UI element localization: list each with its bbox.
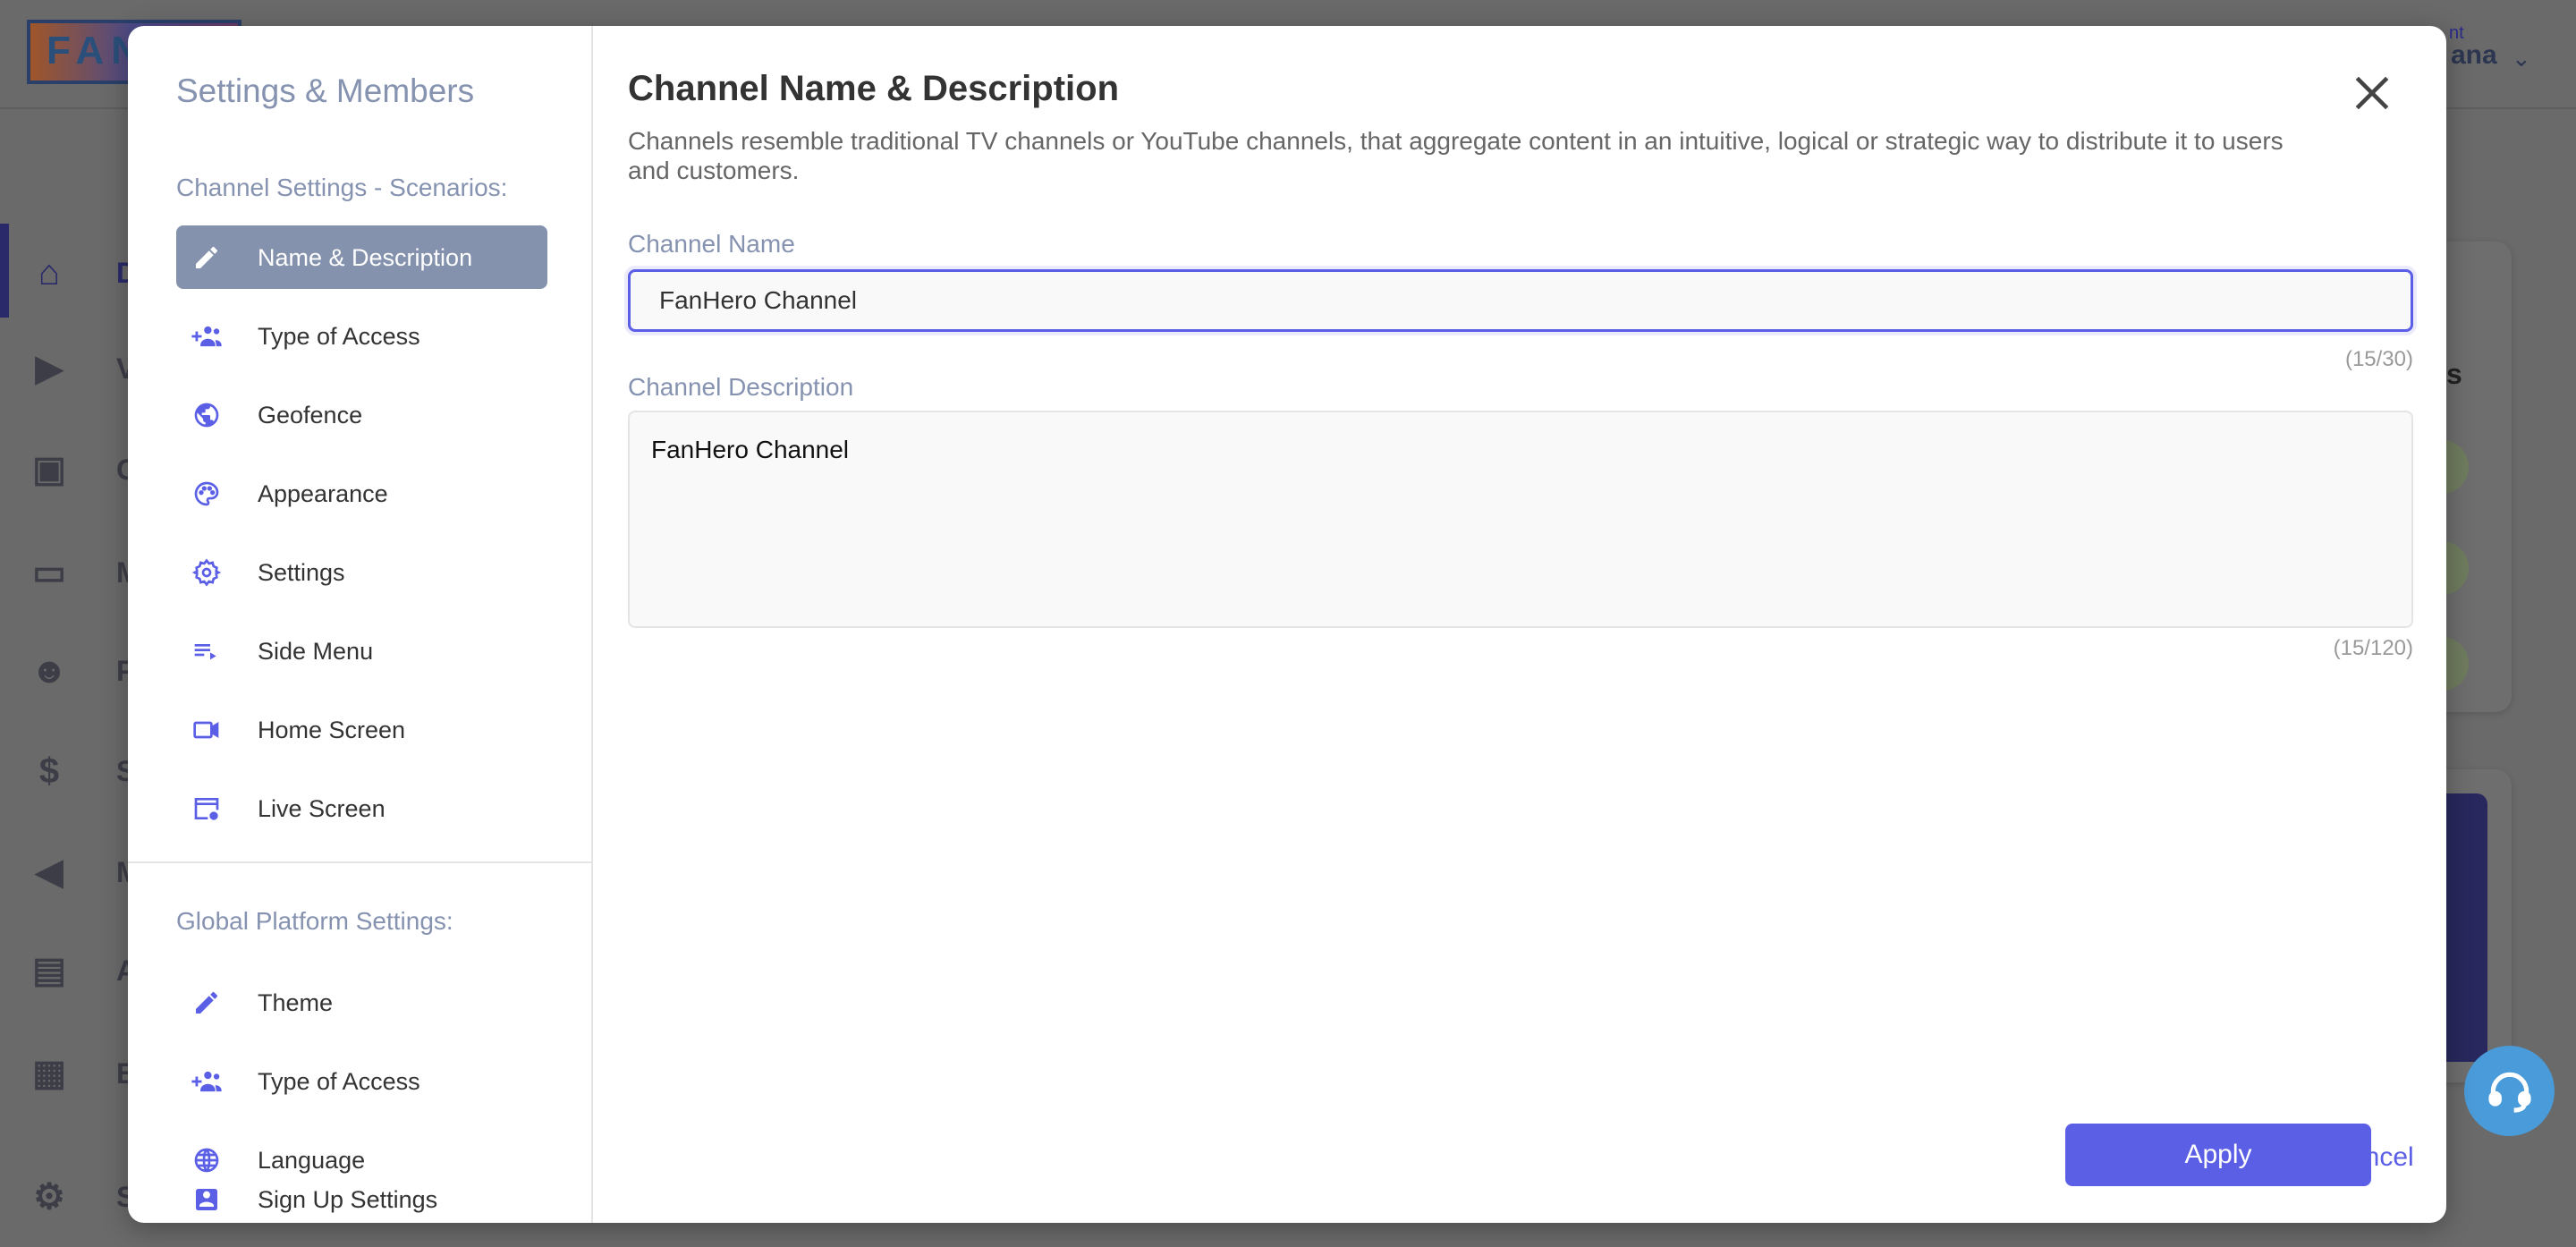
page-description: Channels resemble traditional TV channel… xyxy=(628,127,2284,184)
sidebar-item-label: Live Screen xyxy=(258,794,386,822)
people-icon: ☻ xyxy=(30,650,69,691)
channel-description-counter: (15/120) xyxy=(2333,636,2413,660)
gear-icon: ⚙ xyxy=(33,1177,65,1217)
channel-name-input[interactable] xyxy=(628,269,2413,332)
sidebar-item-global-type-of-access[interactable]: Type of Access xyxy=(176,1049,547,1113)
sidebar-divider xyxy=(128,861,593,863)
background-nav-item[interactable]: ⌂ D xyxy=(27,246,137,300)
channel-name-label: Channel Name xyxy=(628,230,795,258)
dollar-icon: $ xyxy=(38,751,60,791)
sidebar-item-live-screen[interactable]: Live Screen xyxy=(176,776,547,840)
channel-description-label: Channel Description xyxy=(628,373,854,401)
channel-description-textarea[interactable]: FanHero Channel xyxy=(628,411,2413,628)
folder-settings-icon: ▭ xyxy=(32,553,66,592)
sidebar-item-type-of-access[interactable]: Type of Access xyxy=(176,304,547,368)
headset-icon xyxy=(2487,1072,2531,1113)
sidebar-item-label: Geofence xyxy=(258,401,363,428)
global-section-heading: Global Platform Settings: xyxy=(176,907,453,935)
play-circle-icon: ▶ xyxy=(35,349,64,388)
sidebar-item-sign-up-settings[interactable]: Sign Up Settings xyxy=(176,1180,547,1219)
sidebar-item-side-menu[interactable]: Side Menu xyxy=(176,619,547,683)
sidebar-item-theme[interactable]: Theme xyxy=(176,971,547,1034)
sidebar-item-home-screen[interactable]: Home Screen xyxy=(176,698,547,761)
video-camera-icon xyxy=(191,714,223,746)
channel-section-heading: Channel Settings - Scenarios: xyxy=(176,174,508,201)
sidebar-title: Settings & Members xyxy=(176,72,475,109)
group-add-icon xyxy=(191,320,223,352)
background-nav-item[interactable]: ▶Vi xyxy=(27,342,143,395)
analytics-icon: ▤ xyxy=(32,951,66,990)
sidebar-item-label: Side Menu xyxy=(258,637,374,665)
sidebar-item-label: Theme xyxy=(258,988,334,1016)
sidebar-item-settings[interactable]: Settings xyxy=(176,540,547,604)
background-user-name[interactable]: ana xyxy=(2451,40,2497,71)
sidebar-item-name-description[interactable]: Name & Description xyxy=(176,225,547,289)
sidebar-item-label: Language xyxy=(258,1146,366,1174)
home-icon: ⌂ xyxy=(38,252,61,293)
background-banner xyxy=(2446,793,2487,1062)
background-card-text: s xyxy=(2446,358,2462,390)
settings-content: Channel Name & Description Channels rese… xyxy=(628,26,2446,1223)
playlist-icon xyxy=(191,635,223,667)
sidebar-item-label: Type of Access xyxy=(258,322,420,350)
group-add-icon xyxy=(191,1065,223,1098)
settings-modal: Settings & Members Channel Settings - Sc… xyxy=(128,26,2446,1223)
language-globe-icon xyxy=(191,1144,223,1176)
sidebar-item-label: Home Screen xyxy=(258,716,406,743)
sidebar-item-appearance[interactable]: Appearance xyxy=(176,462,547,525)
pencil-icon xyxy=(191,987,223,1019)
page-title: Channel Name & Description xyxy=(628,69,1120,108)
sidebar-item-label: Appearance xyxy=(258,479,388,507)
sidebar-item-label: Sign Up Settings xyxy=(258,1186,438,1213)
globe-icon xyxy=(191,399,223,431)
gear-icon xyxy=(191,556,223,589)
account-box-icon xyxy=(191,1183,223,1216)
sidebar-item-label: Type of Access xyxy=(258,1067,420,1095)
screen-settings-icon xyxy=(191,793,223,825)
background-active-indicator xyxy=(0,224,9,318)
settings-sidebar: Settings & Members Channel Settings - Sc… xyxy=(128,26,593,1223)
sidebar-item-geofence[interactable]: Geofence xyxy=(176,383,547,446)
billing-icon: ▦ xyxy=(32,1054,66,1093)
palette-icon xyxy=(191,478,223,510)
apply-button[interactable]: Apply xyxy=(2065,1124,2371,1186)
sidebar-item-label: Name & Description xyxy=(258,243,473,271)
pencil-icon xyxy=(191,242,223,274)
tv-icon: ▣ xyxy=(32,450,66,489)
support-button[interactable] xyxy=(2464,1046,2555,1136)
megaphone-icon: ◀ xyxy=(35,853,64,892)
chevron-down-icon[interactable]: ⌄ xyxy=(2512,45,2531,72)
channel-name-counter: (15/30) xyxy=(2344,347,2413,371)
sidebar-item-label: Settings xyxy=(258,558,345,586)
close-icon[interactable] xyxy=(2350,71,2394,115)
